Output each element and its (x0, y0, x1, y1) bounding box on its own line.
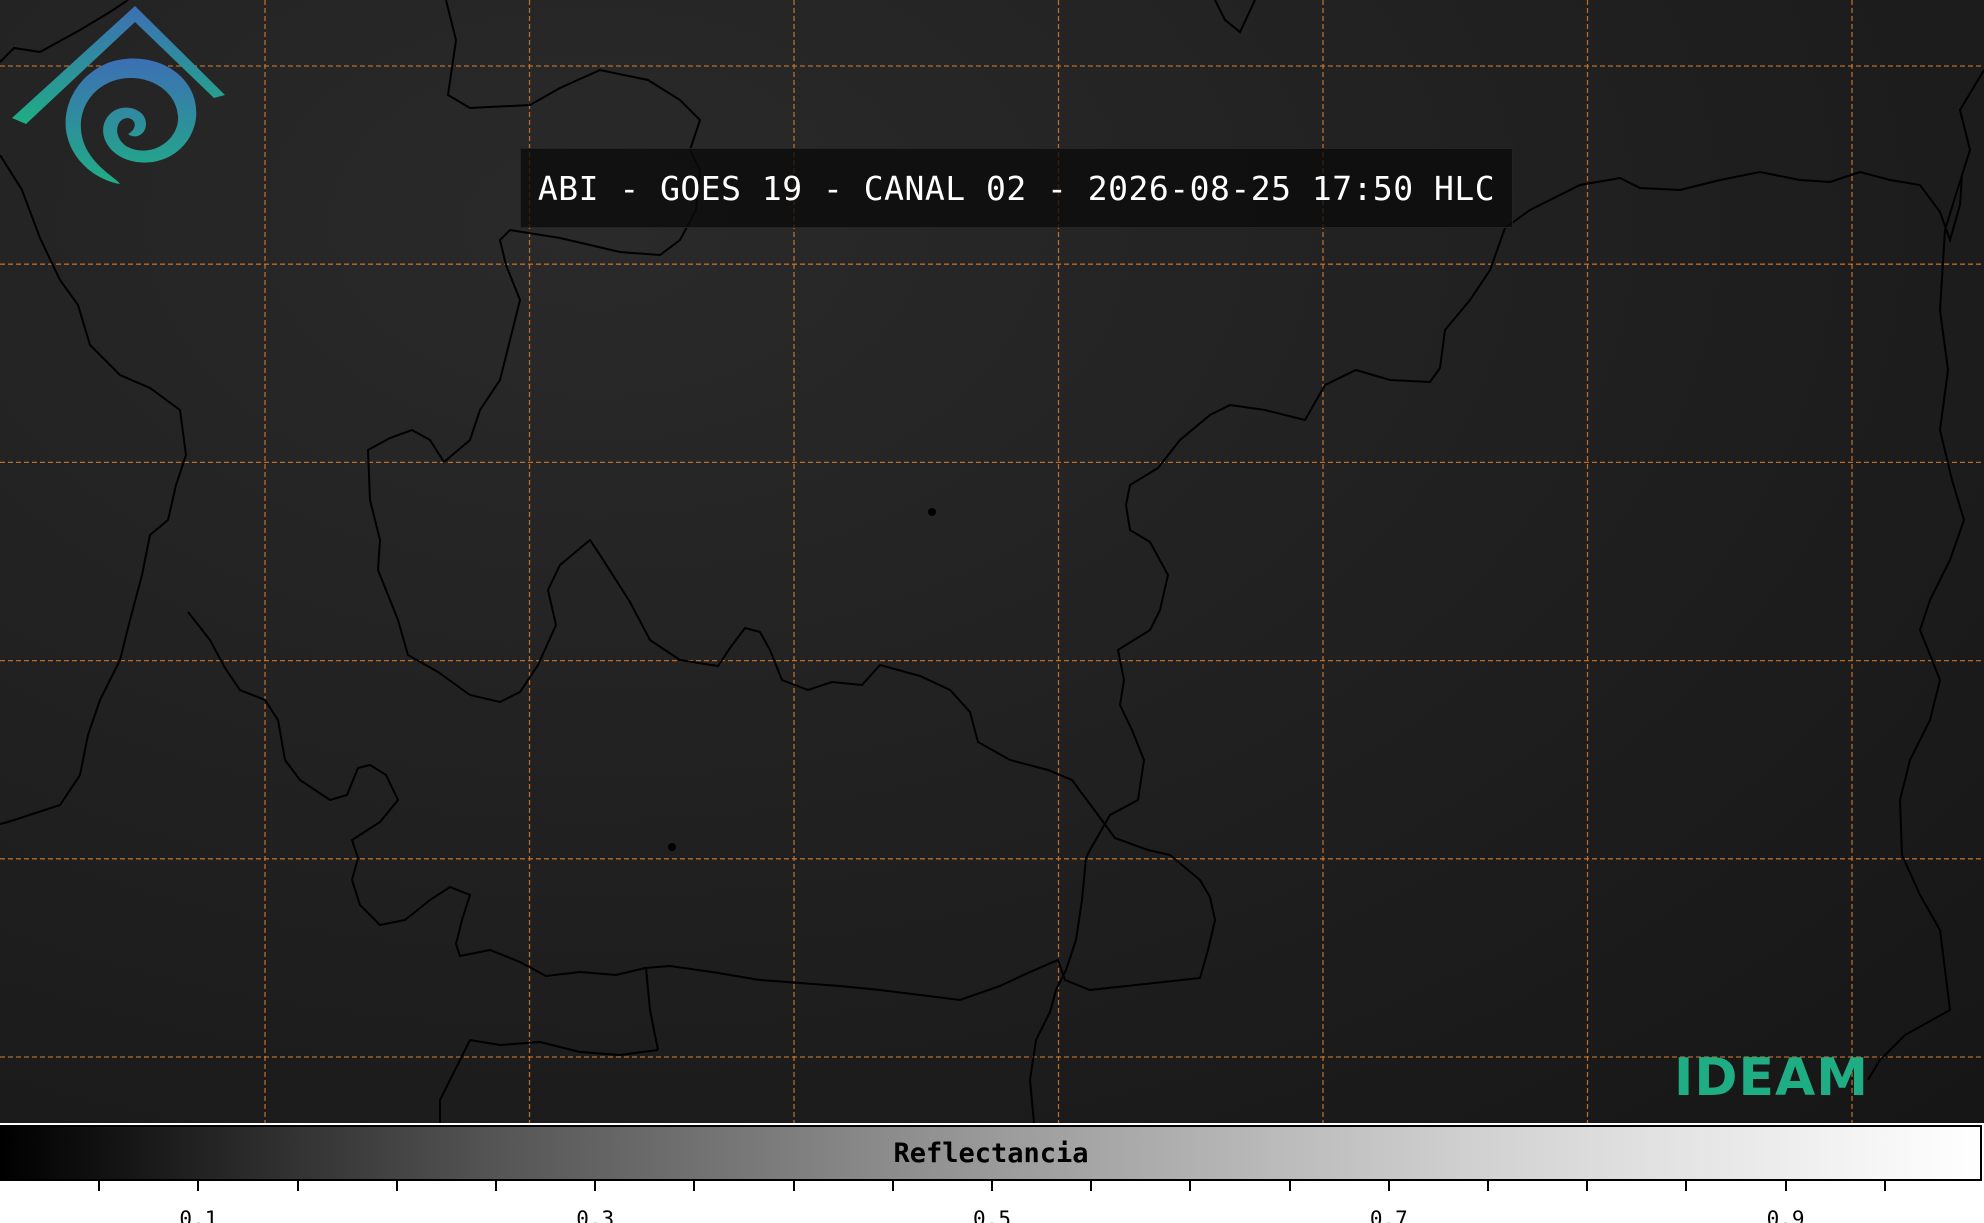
ideam-logo-icon (12, 6, 225, 185)
colorbar-tick (1586, 1181, 1589, 1191)
colorbar-tick (1883, 1181, 1886, 1191)
colorbar-tick (1090, 1181, 1093, 1191)
colorbar-tick (891, 1181, 894, 1191)
colorbar-tick (197, 1181, 200, 1191)
title-banner: ABI - GOES 19 - CANAL 02 - 2026-08-25 17… (520, 148, 1513, 228)
colorbar-tick-label: 0.3 (576, 1207, 615, 1223)
colorbar-tick (1685, 1181, 1688, 1191)
colorbar-tick (296, 1181, 299, 1191)
border-line (1504, 170, 1963, 244)
city-markers (668, 508, 936, 851)
colorbar-tick (1288, 1181, 1291, 1191)
colorbar-tick (792, 1181, 795, 1191)
border-line (187, 611, 1217, 1002)
colorbar-tick (98, 1181, 101, 1191)
city-marker (668, 843, 676, 851)
colorbar-ticks: 0.1 0.3 0.5 0.7 0.9 (0, 1181, 1984, 1223)
ideam-logo-text: IDEAM (1674, 1048, 1870, 1108)
colorbar-tick-label: 0.9 (1766, 1207, 1805, 1223)
border-line (439, 1039, 471, 1123)
border-line (445, 0, 702, 151)
colorbar-title: Reflectancia (893, 1137, 1089, 1169)
colorbar-tick (395, 1181, 398, 1191)
border-line (1867, 174, 1966, 1081)
satellite-image-view: ABI - GOES 19 - CANAL 02 - 2026-08-25 17… (0, 0, 1984, 1223)
border-line (645, 967, 659, 1051)
colorbar-tick (1487, 1181, 1489, 1191)
border-line (366, 229, 1211, 898)
colorbar-tick-label: 0.1 (179, 1207, 218, 1223)
colorbar-tick (693, 1181, 696, 1191)
colorbar-tick (991, 1181, 993, 1191)
colorbar-tick (1784, 1181, 1787, 1191)
city-marker (928, 508, 936, 516)
border-line (469, 1039, 659, 1057)
colorbar-tick (1387, 1181, 1390, 1191)
border-line (1214, 0, 1256, 34)
colorbar-tick (495, 1181, 497, 1191)
colorbar-tick (1189, 1181, 1192, 1191)
colorbar-tick-label: 0.5 (973, 1207, 1011, 1223)
colorbar-tick (594, 1181, 597, 1191)
image-title: ABI - GOES 19 - CANAL 02 - 2026-08-25 17… (537, 168, 1496, 208)
border-line (1958, 69, 1984, 176)
satellite-map: ABI - GOES 19 - CANAL 02 - 2026-08-25 17… (0, 0, 1984, 1123)
colorbar-tick-label: 0.7 (1369, 1207, 1408, 1223)
border-line (0, 154, 188, 825)
colorbar-legend: Reflectancia 0.1 0.3 0.5 0.7 0.9 (0, 1123, 1984, 1223)
